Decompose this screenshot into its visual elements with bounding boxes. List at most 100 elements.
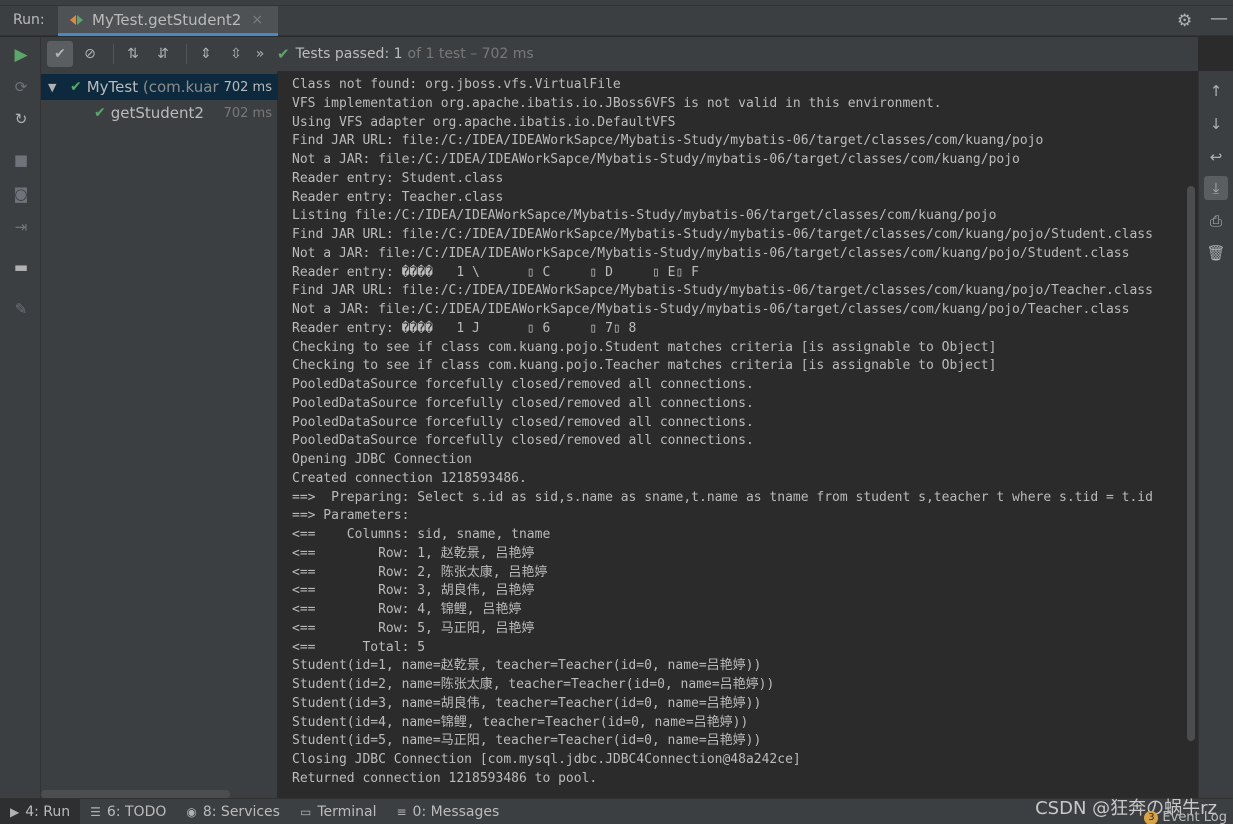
console-line: PooledDataSource forcefully closed/remov…: [292, 377, 754, 392]
run-side-toolbar: ▶ ⟳ ↻ ■ ◙ ⇥ ▬ ✎: [0, 37, 41, 798]
run-tab-mytest[interactable]: MyTest.getStudent2 ×: [58, 6, 278, 36]
collapse-all-icon[interactable]: ⇳: [223, 41, 249, 67]
event-count-badge: 3: [1144, 810, 1159, 824]
test-results-toolbar: ✔ ⊘ ⇅ ⇵ ⇕ ⇳ » ✔ Tests passed: 1 of 1 tes…: [41, 37, 1198, 71]
print-icon[interactable]: ⎙: [1204, 209, 1228, 233]
soft-wrap-icon[interactable]: ↩: [1204, 145, 1228, 169]
camera-icon[interactable]: ◙: [11, 184, 31, 204]
console-line: Opening JDBC Connection: [292, 452, 473, 467]
console-line: PooledDataSource forcefully closed/remov…: [292, 433, 754, 449]
console-line: <== Row: 4, 锦鲤, 吕艳婷: [292, 602, 522, 617]
console-line: PooledDataSource forcefully closed/remov…: [292, 414, 754, 430]
toolbar-divider: [113, 44, 114, 64]
close-icon[interactable]: ×: [251, 12, 263, 28]
console-line: ==> Parameters:: [292, 508, 418, 524]
tests-passed-text: Tests passed: 1: [295, 46, 403, 62]
check-icon: ✔: [277, 45, 290, 63]
console-line: <== Row: 2, 陈张太康, 吕艳婷: [292, 564, 548, 580]
console-line: Not a JAR: file:/C:/IDEA/IDEAWorkSapce/M…: [292, 152, 1020, 167]
terminal-icon: ▭: [299, 804, 312, 819]
console-line: Not a JAR: file:/C:/IDEA/IDEAWorkSapce/M…: [292, 302, 1130, 317]
console-line: Find JAR URL: file:/C:/IDEA/IDEAWorkSapc…: [292, 283, 1153, 299]
console-line: Checking to see if class com.kuang.pojo.…: [292, 358, 997, 374]
arrow-down-icon[interactable]: ↓: [1204, 112, 1228, 136]
scroll-to-end-icon[interactable]: ⤓: [1204, 176, 1228, 200]
console-text: Class not found: org.jboss.vfs.VirtualFi…: [292, 76, 1153, 789]
event-log-label: Event Log: [1162, 810, 1227, 824]
pin-icon[interactable]: ✎: [11, 299, 31, 319]
run-label: Run:: [13, 12, 45, 28]
tool-window-4-run[interactable]: ▶ 4: Run: [0, 798, 81, 824]
console-line: Reader entry: ���� 1 \ ▯ C ▯ D ▯ E▯ F: [292, 264, 699, 280]
tool-window-terminal[interactable]: ▭ Terminal: [290, 799, 387, 824]
console-output[interactable]: Class not found: org.jboss.vfs.VirtualFi…: [278, 71, 1198, 798]
console-line: Reader entry: ���� 1 J ▯ 6 ▯ 7▯ 8: [292, 320, 637, 336]
export-icon[interactable]: ⇥: [11, 217, 31, 237]
test-class-time: 702 ms: [223, 79, 272, 95]
console-line: Listing file:/C:/IDEA/IDEAWorkSapce/Myba…: [292, 208, 997, 224]
tree-horizontal-scrollbar[interactable]: [41, 790, 230, 798]
console-line: <== Total: 5: [292, 639, 426, 655]
test-method-name: getStudent2: [110, 104, 204, 122]
test-class-label: MyTest: [86, 78, 139, 96]
tool-window-label: 8: Services: [202, 803, 280, 820]
layout-icon[interactable]: ▬: [11, 257, 31, 277]
tool-window-8-services[interactable]: ◉ 8: Services: [176, 799, 290, 824]
tool-window-label: 4: Run: [25, 803, 71, 820]
console-line: Returned connection 1218593486 to pool.: [292, 770, 598, 786]
tool-window-label: Terminal: [317, 803, 377, 820]
show-passed-icon[interactable]: ✔: [47, 41, 73, 67]
toolbar-divider: [186, 44, 187, 64]
rerun-icon[interactable]: ▶: [11, 45, 31, 65]
expand-arrow-icon[interactable]: ▼: [48, 81, 62, 94]
console-line: Reader entry: Teacher.class: [292, 189, 504, 205]
tool-window-0-messages[interactable]: ≡ 0: Messages: [386, 799, 509, 824]
test-tree-root[interactable]: ▼ ✔ MyTest (com.kuar 702 ms: [41, 74, 278, 100]
console-side-toolbar: ↑ ↓ ↩ ⤓ ⎙ 🗑: [1198, 71, 1233, 798]
rerun-failed-icon[interactable]: ⟳: [11, 77, 31, 97]
test-class-name: MyTest (com.kuar: [87, 78, 219, 96]
console-line: Find JAR URL: file:/C:/IDEA/IDEAWorkSapc…: [292, 133, 1044, 149]
console-line: Not a JAR: file:/C:/IDEA/IDEAWorkSapce/M…: [292, 245, 1130, 261]
show-ignored-icon[interactable]: ⊘: [77, 41, 103, 67]
expand-all-icon[interactable]: ⇕: [193, 41, 219, 67]
sort-alphabetically-icon[interactable]: ⇅: [120, 41, 146, 67]
test-method-time: 702 ms: [223, 105, 272, 121]
console-line: Student(id=2, name=陈张太康, teacher=Teacher…: [292, 677, 775, 692]
more-actions-icon[interactable]: »: [253, 41, 267, 67]
console-line: Using VFS adapter org.apache.ibatis.io.D…: [292, 114, 676, 130]
services-icon: ◉: [186, 804, 197, 819]
console-vertical-scrollbar[interactable]: [1187, 186, 1195, 741]
console-line: ==> Preparing: Select s.id as sid,s.name…: [292, 489, 1153, 505]
console-line: <== Row: 5, 马正阳, 吕艳婷: [292, 620, 535, 636]
console-line: Find JAR URL: file:/C:/IDEA/IDEAWorkSapc…: [292, 227, 1153, 242]
console-line: Student(id=5, name=马正阳, teacher=Teacher(…: [292, 733, 762, 749]
run-tool-window-header: Run: MyTest.getStudent2 × ⚙ —: [0, 6, 1233, 36]
sort-by-duration-icon[interactable]: ⇵: [150, 41, 176, 67]
test-status: ✔ Tests passed: 1 of 1 test – 702 ms: [277, 45, 534, 63]
console-line: Reader entry: Student.class: [292, 170, 504, 186]
console-line: <== Row: 1, 赵乾景, 吕艳婷: [292, 545, 535, 561]
minimize-icon[interactable]: —: [1210, 8, 1228, 29]
test-tree: ▼ ✔ MyTest (com.kuar 702 ms ✔ getStudent…: [41, 71, 278, 798]
console-line: Student(id=3, name=胡良伟, teacher=Teacher(…: [292, 695, 762, 711]
run-tab-title: MyTest.getStudent2: [92, 10, 242, 29]
console-line: Student(id=1, name=赵乾景, teacher=Teacher(…: [292, 658, 762, 674]
console-line: Checking to see if class com.kuang.pojo.…: [292, 339, 997, 355]
tool-window-label: 6: TODO: [106, 803, 167, 820]
console-line: Closing JDBC Connection [com.mysql.jdbc.…: [292, 752, 801, 767]
toggle-auto-test-icon[interactable]: ↻: [11, 109, 31, 129]
console-line: Created connection 1218593486.: [292, 470, 527, 486]
event-log-button[interactable]: 3 Event Log: [1144, 810, 1227, 824]
console-line: PooledDataSource forcefully closed/remov…: [292, 395, 754, 411]
tool-window-6-todo[interactable]: ☰ 6: TODO: [80, 799, 176, 824]
test-class-package: (com.kuar: [142, 78, 219, 96]
arrow-up-icon[interactable]: ↑: [1204, 79, 1228, 103]
messages-icon: ≡: [396, 804, 407, 819]
trash-icon[interactable]: 🗑: [1204, 241, 1228, 265]
gear-icon[interactable]: ⚙: [1177, 11, 1192, 31]
tests-detail-text: of 1 test – 702 ms: [407, 46, 534, 62]
stop-icon[interactable]: ■: [11, 150, 31, 170]
test-tree-child[interactable]: ✔ getStudent2 702 ms: [41, 100, 278, 126]
console-line: Class not found: org.jboss.vfs.VirtualFi…: [292, 77, 621, 92]
